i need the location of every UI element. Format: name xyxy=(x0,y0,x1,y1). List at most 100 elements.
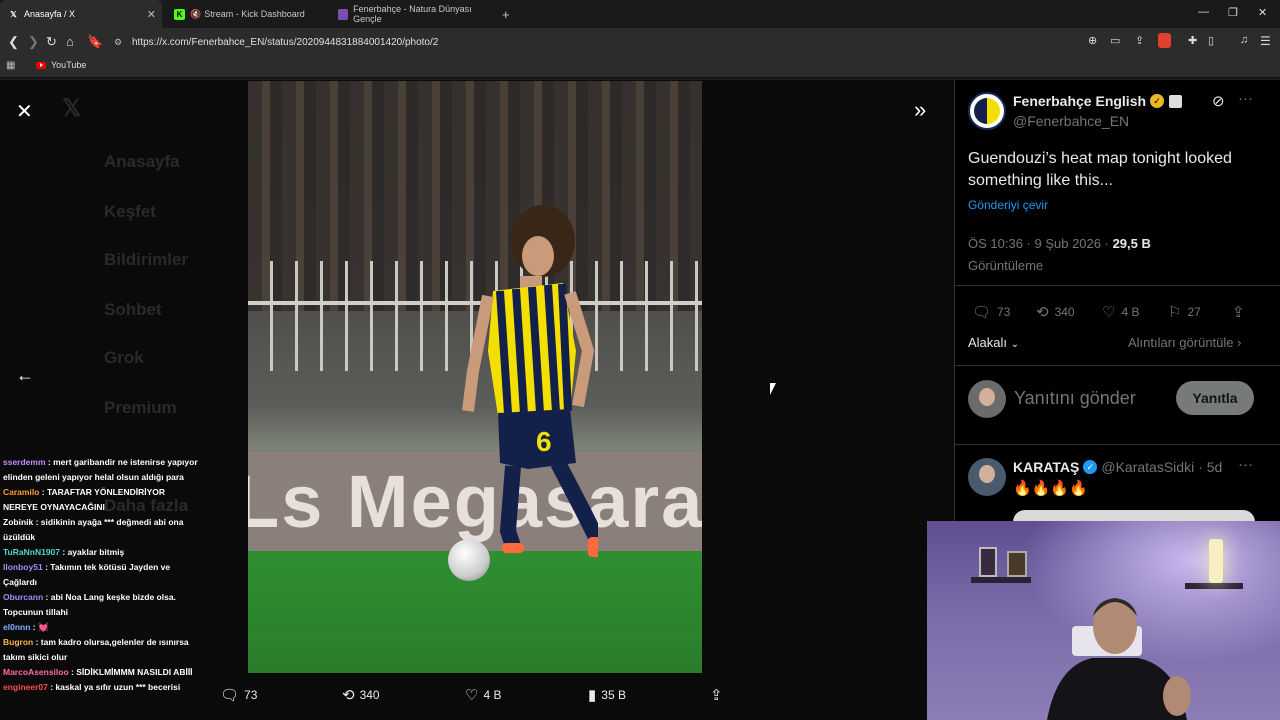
forward-icon[interactable]: ❯ xyxy=(28,34,39,50)
address-bar[interactable]: ⚙ https://x.com/Fenerbahce_EN/status/202… xyxy=(108,32,1108,52)
bookmark-button[interactable]: ⚐ 27 xyxy=(1168,303,1201,321)
window-close-icon[interactable]: ✕ xyxy=(1258,6,1267,19)
tab-kick-dashboard[interactable]: K 🔇 Stream - Kick Dashboard xyxy=(166,0,326,28)
bookmark-icon[interactable]: 🔖 xyxy=(87,34,103,50)
reply-input[interactable]: Yanıtını gönder xyxy=(1014,388,1136,409)
heart-icon: ♡ xyxy=(465,687,479,704)
user-face-icon xyxy=(979,388,995,406)
tab-label: Anasayfa / X xyxy=(24,9,76,19)
share-icon[interactable]: ⇪ xyxy=(1135,34,1144,47)
tab-x-home[interactable]: 𝕏 Anasayfa / X ✕ xyxy=(0,0,162,28)
chat-message: llonboy51 : Takımın tek kötüsü Jayden ve… xyxy=(0,560,205,590)
grok-icon[interactable]: ⊘ xyxy=(1212,92,1225,110)
chat-message: Zobinik : sidikinin ayağa *** değmedi ab… xyxy=(0,515,205,545)
avatar[interactable] xyxy=(968,380,1006,418)
minimize-icon[interactable]: — xyxy=(1198,6,1209,18)
x-logo-icon: 𝕏 xyxy=(62,95,82,122)
repost-count: 340 xyxy=(359,688,380,702)
views-label: Görüntüleme xyxy=(968,258,1044,273)
chat-text: : kaskal ya sıfır uzun *** becerisi xyxy=(50,682,181,692)
repost-button[interactable]: ⟲ 340 xyxy=(1036,303,1075,321)
chat-user: MarcoAsensiloo xyxy=(3,667,69,677)
view-quotes-link[interactable]: Alıntıları görüntüle › xyxy=(1128,335,1241,350)
close-icon[interactable]: ✕ xyxy=(16,99,33,124)
picture-frame xyxy=(1007,551,1027,577)
sidebar-icon[interactable]: ▯ xyxy=(1208,34,1214,47)
bookmark-count: 27 xyxy=(1187,305,1201,319)
reply-button[interactable]: 🗨 73 xyxy=(220,686,257,704)
repost-button[interactable]: ⟲ 340 xyxy=(342,686,380,704)
new-tab-button[interactable]: + xyxy=(494,0,514,28)
chat-text: : 💓 xyxy=(32,622,49,632)
expand-panel-icon[interactable]: » xyxy=(914,97,926,123)
avatar[interactable] xyxy=(968,92,1006,130)
ghost-nav-item: Grok xyxy=(104,348,144,367)
like-button[interactable]: ♡ 4 B xyxy=(1102,303,1139,321)
chat-user: Caramilo xyxy=(3,487,40,497)
extensions-icon[interactable]: ✚ xyxy=(1188,34,1197,47)
restore-icon[interactable]: ❐ xyxy=(1228,6,1238,19)
ghost-nav-item: Sohbet xyxy=(104,300,162,319)
ghost-nav-item: Keşfet xyxy=(104,202,156,221)
verified-badge-icon: ✓ xyxy=(1150,94,1165,108)
menu-icon[interactable]: ☰ xyxy=(1260,34,1271,48)
chevron-right-icon: › xyxy=(1237,335,1242,350)
player-number: 6 xyxy=(536,426,552,457)
bookmark-youtube[interactable]: YouTube xyxy=(36,60,86,70)
sort-dropdown[interactable]: Alakalı ⌄ xyxy=(968,335,1019,350)
affiliate-badge-icon xyxy=(1169,94,1183,108)
site-info-icon[interactable]: ⚙ xyxy=(114,37,122,48)
cast-icon[interactable]: ▭ xyxy=(1110,34,1120,47)
bookmark-icon: ⚐ xyxy=(1168,304,1182,321)
x-logo-icon: 𝕏 xyxy=(10,9,17,19)
bar-chart-icon: ▮ xyxy=(588,687,597,704)
quotes-label: Alıntıları görüntüle xyxy=(1128,335,1234,350)
close-tab-icon[interactable]: ✕ xyxy=(147,8,156,21)
muted-icon: 🔇 xyxy=(190,8,202,19)
browser-chrome: 𝕏 Anasayfa / X ✕ K 🔇 Stream - Kick Dashb… xyxy=(0,0,1280,80)
tweet-meta: ÖS 10:36 · 9 Şub 2026 · 29,5 B Görüntüle… xyxy=(968,233,1151,277)
chat-user: engineer07 xyxy=(3,682,48,692)
tweet-timestamp[interactable]: ÖS 10:36 · 9 Şub 2026 · xyxy=(968,236,1109,251)
views-button[interactable]: ▮ 35 B xyxy=(588,686,626,704)
zoom-icon[interactable]: ⊕ xyxy=(1088,34,1097,47)
author-handle: @KaratasSidki xyxy=(1101,459,1195,475)
divider xyxy=(954,444,1280,445)
share-button[interactable]: ⇪ xyxy=(710,686,728,704)
lamp-icon xyxy=(1209,539,1223,583)
home-icon[interactable]: ⌂ xyxy=(66,34,74,49)
kick-logo-icon: K xyxy=(174,8,185,20)
author-handle[interactable]: @Fenerbahce_EN xyxy=(1013,113,1129,129)
comment-icon: 🗨 xyxy=(220,687,240,704)
like-button[interactable]: ♡ 4 B xyxy=(465,686,501,704)
more-options-icon[interactable]: ··· xyxy=(1238,90,1253,107)
tab-strip: 𝕏 Anasayfa / X ✕ K 🔇 Stream - Kick Dashb… xyxy=(0,0,1280,28)
chat-user: TuRaNnN1907 xyxy=(3,547,60,557)
tweet-author[interactable]: Fenerbahçe English ✓ xyxy=(1013,93,1183,109)
mouse-cursor-icon xyxy=(770,383,776,395)
tweet-text: Guendouzi’s heat map tonight looked some… xyxy=(968,150,1232,189)
apps-grid-icon[interactable]: ▦ xyxy=(6,60,15,71)
tab-fenerbahce-article[interactable]: Fenerbahçe - Natura Dünyası Gençle xyxy=(330,0,490,28)
more-options-icon[interactable]: ··· xyxy=(1238,456,1253,473)
translate-link[interactable]: Gönderiyi çevir xyxy=(968,198,1048,212)
previous-photo-icon[interactable]: ← xyxy=(16,365,34,386)
url-text: https://x.com/Fenerbahce_EN/status/20209… xyxy=(132,36,439,48)
shield-icon[interactable] xyxy=(1158,33,1171,48)
tweet-photo[interactable]: Ls Megasara 6 xyxy=(248,81,702,673)
media-icon[interactable]: ♫ xyxy=(1240,34,1248,46)
reply-button[interactable]: 🗨 73 xyxy=(972,303,1010,321)
reply-author[interactable]: KARATAŞ ✓ @KaratasSidki · 5d xyxy=(1013,459,1222,475)
photo-action-bar: 🗨 73 ⟲ 340 ♡ 4 B ▮ 35 B ⇪ xyxy=(220,686,740,708)
display-name: KARATAŞ xyxy=(1013,459,1080,475)
reply-count: 73 xyxy=(244,688,258,702)
share-button[interactable]: ⇪ xyxy=(1232,303,1251,321)
like-count: 4 B xyxy=(1121,305,1140,319)
reload-icon[interactable]: ↻ xyxy=(46,34,57,50)
reply-submit-button[interactable]: Yanıtla xyxy=(1176,381,1254,415)
avatar[interactable] xyxy=(968,458,1006,496)
back-icon[interactable]: ❮ xyxy=(8,34,19,50)
chat-message: Bugron : tam kadro olursa,gelenler de ıs… xyxy=(0,635,205,665)
chat-message: el0nnn : 💓 xyxy=(0,620,205,635)
chat-user: el0nnn xyxy=(3,622,31,632)
